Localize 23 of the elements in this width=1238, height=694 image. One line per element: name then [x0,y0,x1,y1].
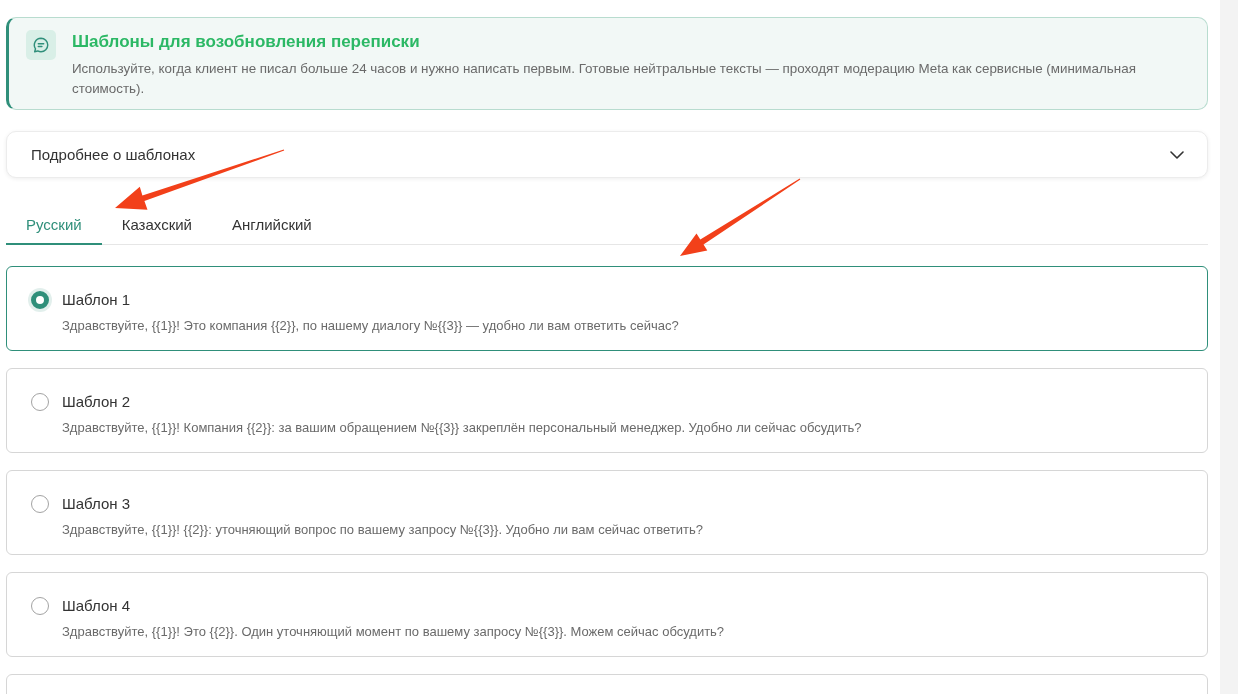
details-accordion[interactable]: Подробнее о шаблонах [6,131,1208,178]
radio-button[interactable] [31,393,49,411]
radio-button[interactable] [31,495,49,513]
template-title: Шаблон 3 [62,494,132,514]
template-title: Шаблон 2 [62,392,132,412]
template-card[interactable]: Шаблон 3 Здравствуйте, {{1}}! {{2}}: уточняющий вопрос по вашему запросу №{{3}}. Удобно ли вам сейчас ответить? [6,470,1208,555]
template-text: Здравствуйте, {{1}}! Это {{2}}. Один уточняющий момент по вашему запросу №{{3}}. Можем сейчас обсудить? [62,623,726,641]
language-tab[interactable]: Русский [6,205,102,245]
template-text: Здравствуйте, {{1}}! {{2}}: уточняющий вопрос по вашему запросу №{{3}}. Удобно ли вам сейчас ответить? [62,521,704,539]
language-tab[interactable]: Казахский [101,205,212,245]
template-card[interactable]: Шаблон 1 Здравствуйте, {{1}}! Это компания {{2}}, по нашему диалогу №{{3}} — удобно ли вам ответить сейчас? [6,266,1208,351]
banner-title: Шаблоны для возобновления переписки [72,31,421,53]
template-card[interactable]: Шаблон 4 Здравствуйте, {{1}}! Это {{2}}. Один уточняющий момент по вашему запросу №{{3}}. Можем сейчас обсудить? [6,572,1208,657]
banner-description: Используйте, когда клиент не писал больше 24 часов и нужно написать первым. Готовые нейтральные тексты — проходят модерацию Meta как сервисные (минимальная стоимость). [72,60,1137,98]
template-text: Здравствуйте, {{1}}! Компания {{2}}: за вашим обращением №{{3}} закреплён персональный менеджер. Удобно ли сейчас обсудить? [62,419,863,437]
template-title: Шаблон 1 [62,290,132,310]
template-card[interactable]: Шаблон 2 Здравствуйте, {{1}}! Компания {{2}}: за вашим обращением №{{3}} закреплён персональный менеджер. Удобно ли сейчас обсудить? [6,368,1208,453]
template-title: Шаблон 4 [62,596,132,616]
template-text: Здравствуйте, {{1}}! Это компания {{2}}, по нашему диалогу №{{3}} — удобно ли вам ответить сейчас? [62,317,680,335]
chat-icon [26,30,56,60]
language-tab[interactable]: Английский [211,205,332,245]
radio-button[interactable] [31,597,49,615]
radio-button[interactable] [31,291,49,309]
